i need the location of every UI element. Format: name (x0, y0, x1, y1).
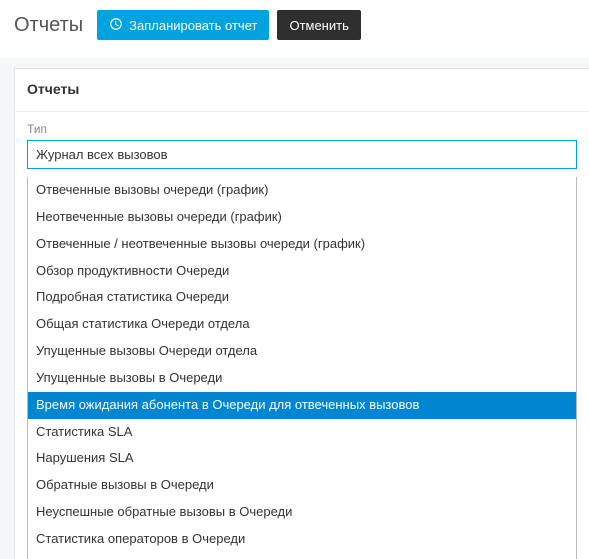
dropdown-option[interactable]: Неотвеченные вызовы очереди (график) (28, 204, 576, 231)
dropdown-option[interactable]: Нарушения SLA (28, 445, 576, 472)
dropdown-option[interactable]: Время ожидания абонента в Очереди для от… (28, 392, 576, 419)
dropdown-option[interactable]: Подробная статистика Очереди (28, 284, 576, 311)
panel-title: Отчеты (15, 69, 589, 112)
dropdown-option[interactable]: Обратные вызовы в Очереди (28, 472, 576, 499)
schedule-report-button[interactable]: Запланировать отчет (97, 10, 269, 40)
top-bar: Отчеты Запланировать отчет Отменить (0, 0, 589, 58)
dropdown-option[interactable]: Статистика SLA (28, 419, 576, 446)
dropdown-option[interactable]: Упущенные вызовы в Очереди (28, 365, 576, 392)
cancel-label: Отменить (289, 18, 348, 33)
schedule-report-label: Запланировать отчет (129, 18, 257, 33)
dropdown-option[interactable]: Обзор продуктивности Очереди (28, 258, 576, 285)
dropdown-option[interactable]: Общая статистика Очереди отдела (28, 311, 576, 338)
reports-panel: Отчеты Тип Журнал всех вызовов Отвеченны… (14, 68, 589, 559)
dropdown-option[interactable]: Отвеченные вызовы очереди (график) (28, 177, 576, 204)
type-label: Тип (27, 122, 577, 136)
type-field: Тип Журнал всех вызовов (15, 112, 589, 177)
dropdown-option[interactable]: История подключений операторов (28, 553, 576, 559)
page-title: Отчеты (14, 14, 83, 37)
type-dropdown: Отвеченные вызовы очереди (график)Неотве… (27, 177, 577, 559)
dropdown-option[interactable]: Статистика операторов в Очереди (28, 526, 576, 553)
dropdown-option[interactable]: Упущенные вызовы Очереди отдела (28, 338, 576, 365)
dropdown-option[interactable]: Неуспешные обратные вызовы в Очереди (28, 499, 576, 526)
cancel-button[interactable]: Отменить (277, 10, 360, 40)
dropdown-option[interactable]: Отвеченные / неотвеченные вызовы очереди… (28, 231, 576, 258)
clock-icon (109, 17, 123, 34)
type-select[interactable]: Журнал всех вызовов (27, 140, 577, 169)
